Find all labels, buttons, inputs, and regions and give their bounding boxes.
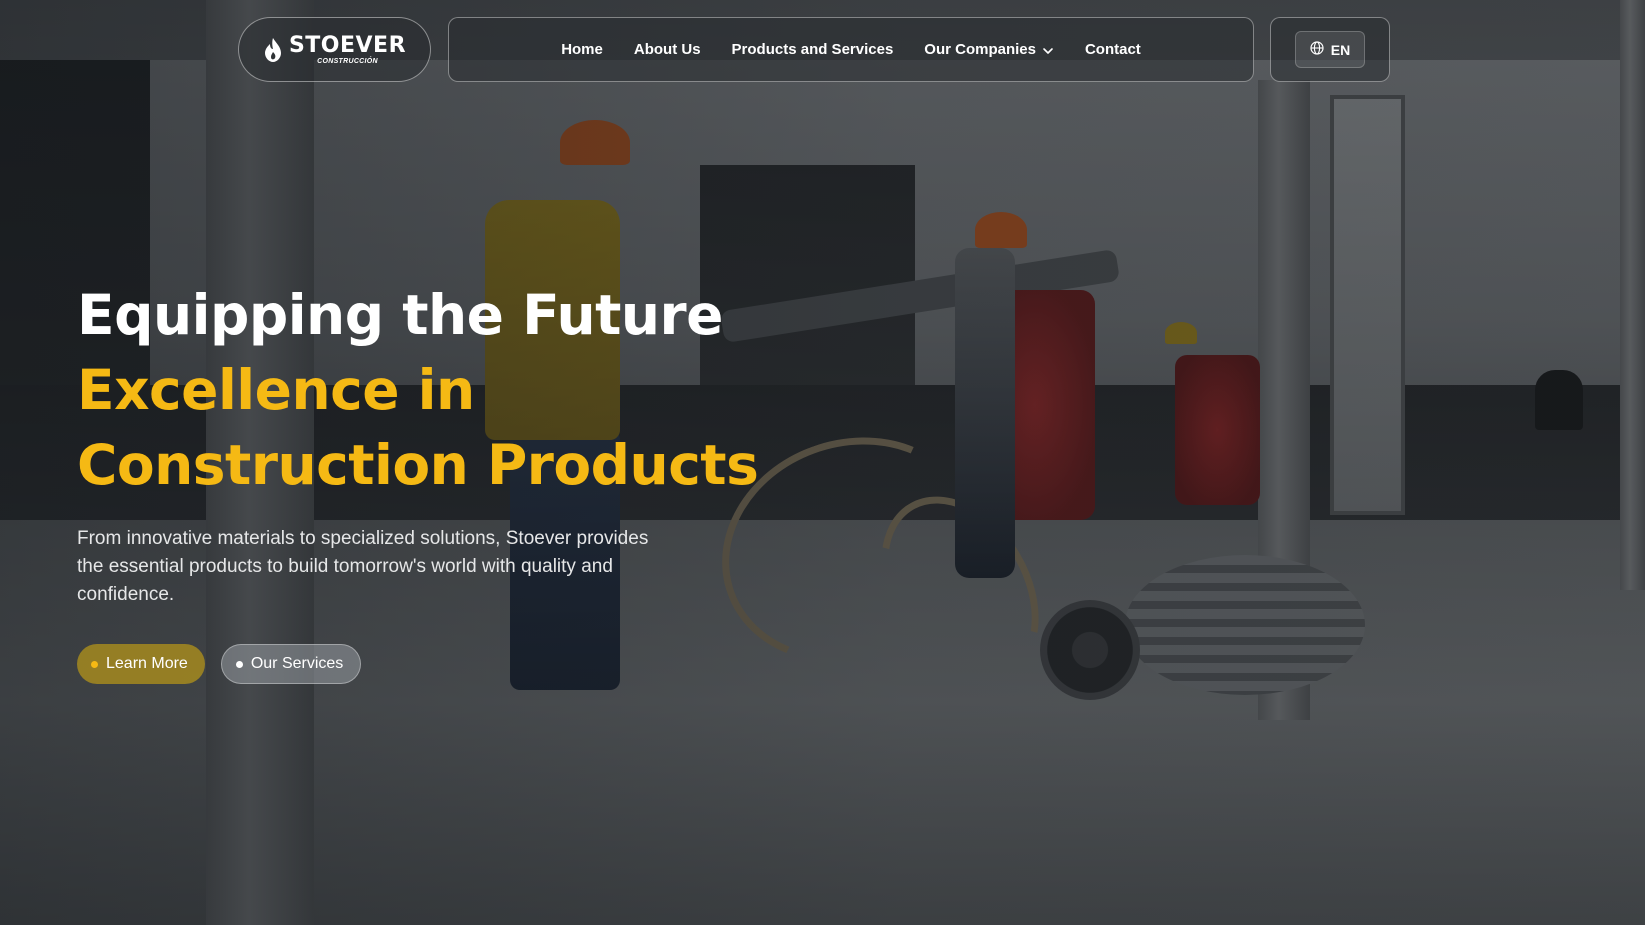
learn-more-label: Learn More [106,655,188,672]
hero-description: From innovative materials to specialized… [77,528,649,605]
dot-icon [91,660,98,668]
nav-item-our-companies-label: Our Companies [924,41,1036,58]
flame-logo-icon [263,37,283,63]
chevron-down-icon [1042,44,1054,56]
hero-section: Equipping the Future Excellence in Const… [77,278,877,684]
nav-item-our-companies[interactable]: Our Companies [924,41,1054,58]
our-services-button[interactable]: Our Services [220,644,362,684]
nav-item-products-and-services[interactable]: Products and Services [732,41,894,58]
logo-link[interactable]: STOEVER CONSTRUCCIÓN [238,17,431,82]
nav-item-contact[interactable]: Contact [1085,41,1141,58]
logo-text: STOEVER CONSTRUCCIÓN [288,32,407,65]
our-services-label: Our Services [250,655,344,672]
language-switcher-container: EN [1270,17,1390,82]
globe-icon [1310,41,1324,58]
learn-more-button[interactable]: Learn More [77,644,205,684]
hero-buttons: Learn More Our Services [77,644,877,684]
hero-title: Equipping the Future [77,283,723,347]
language-switcher-button[interactable]: EN [1295,31,1365,68]
language-label: EN [1330,41,1351,58]
logo-subtitle: CONSTRUCCIÓN [317,57,378,65]
hero-highlight: Excellence in Construction Products [77,358,759,497]
nav-item-home[interactable]: Home [561,41,603,58]
dot-icon [235,660,243,668]
main-nav: Home About Us Products and Services Our … [448,17,1254,82]
nav-item-about-us[interactable]: About Us [634,41,701,58]
logo-name: STOEVER [288,32,407,58]
